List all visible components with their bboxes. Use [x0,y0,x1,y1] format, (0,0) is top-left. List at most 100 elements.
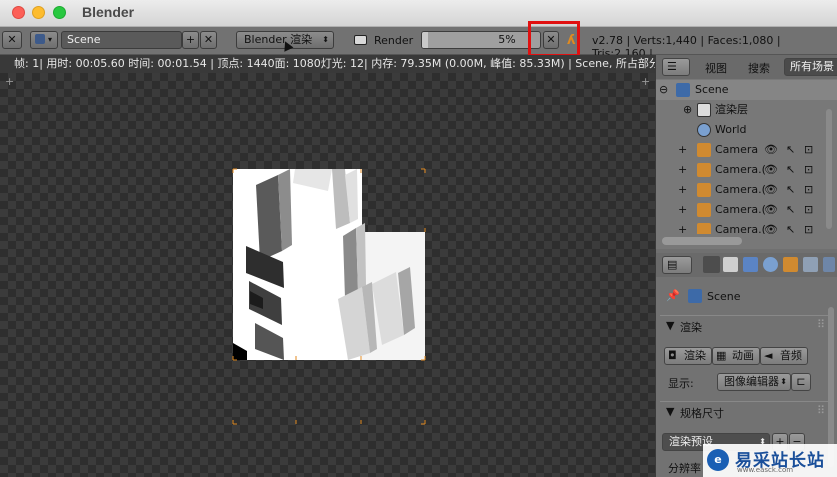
cursor-icon[interactable]: ↖ [786,180,795,200]
object-tab-icon[interactable] [783,257,798,272]
close-icon[interactable]: ✕ [2,31,22,49]
camera-icon: ◘ [668,349,677,362]
running-man-icon: ʎ [567,33,576,48]
properties-header: ▤ [656,253,837,277]
outliner-row-camera[interactable]: + Camera 👁 ↖ ⊡ [656,140,837,160]
outliner-search-menu[interactable]: 搜索 [748,60,770,76]
zoom-window-button[interactable] [53,6,66,19]
render-label: Render [374,34,414,47]
scene-browse-button[interactable]: ▾ [30,31,58,49]
display-mode-select[interactable]: 图像编辑器 ⬍ [717,373,791,391]
cursor-icon[interactable]: ↖ [786,220,795,234]
render-info-bar: 帧: 1| 用时: 00:05.60 时间: 00:01.54 | 顶点: 14… [0,55,655,73]
render-camera-icon[interactable]: ⊡ [804,220,813,234]
render-layers-tab-icon[interactable] [723,257,738,272]
properties-vertical-scrollbar[interactable] [828,307,834,467]
outliner-item-label: Camera.( [715,183,766,196]
outliner-vertical-scrollbar[interactable] [826,109,832,229]
outliner-row-render-layers[interactable]: ⊕ 渲染层 [656,100,837,120]
render-layers-icon [697,103,711,117]
render-camera-icon[interactable]: ⊡ [804,140,813,160]
pin-icon[interactable]: 📌 [666,289,680,302]
display-label: 显示: [668,377,694,390]
remove-scene-icon[interactable]: ✕ [200,31,217,49]
outliner-item-label: Camera.( [715,223,766,234]
expand-icon: + [678,183,688,196]
scene-icon [676,83,690,97]
outliner-row-camera[interactable]: + Camera.( 👁 ↖ ⊡ [656,160,837,180]
up-down-arrow-icon: ⬍ [322,35,329,44]
eye-icon[interactable]: 👁 [764,180,778,200]
info-header: ✕ ▾ Scene + ✕ Blender 渲染 ⬍ Render 5% ✕ ʎ… [0,21,837,60]
camera-object-icon [697,163,711,177]
outliner-editor-type-button[interactable]: ☰ [662,58,690,76]
eye-icon[interactable]: 👁 [764,220,778,234]
render-info-text: 帧: 1| 用时: 00:05.60 时间: 00:01.54 | 顶点: 14… [14,57,655,70]
scene-icon [688,289,702,303]
render-camera-icon[interactable]: ⊡ [804,180,813,200]
window-titlebar: Blender [0,0,837,27]
expand-icon: ⊕ [683,103,693,116]
render-engine-value: Blender 渲染 [244,33,313,46]
properties-context-label: Scene [707,290,741,303]
render-camera-icon[interactable]: ⊡ [804,200,813,220]
render-panel-header[interactable]: ▼ 渲染 ⠿ [660,315,833,336]
outliner-row-scene[interactable]: ⊖ Scene [656,80,837,100]
cursor-icon[interactable]: ↖ [786,160,795,180]
scene-icon [35,34,45,44]
outliner-header: ☰ 视图 搜索 所有场景 [656,55,837,79]
collapse-icon: ⊖ [659,83,669,96]
render-tab-icon[interactable] [703,256,720,273]
outliner-horizontal-scrollbar[interactable] [662,237,742,245]
eye-icon[interactable]: 👁 [764,140,778,160]
resolution-label: 分辨率 [668,462,701,475]
render-image-label: 渲染 [684,349,706,362]
scene-tab-icon[interactable] [743,257,758,272]
right-pane: ☰ 视图 搜索 所有场景 ⊖ Scene ⊕ 渲染层 World + Camer… [656,55,837,477]
constraints-tab-icon[interactable] [803,257,818,272]
watermark-subtext: www.easck.com [737,466,794,474]
lock-icon: ⊏ [796,375,806,388]
close-window-button[interactable] [12,6,25,19]
outliner-item-label: Camera.( [715,203,766,216]
outliner-display-mode-select[interactable]: 所有场景 [784,58,837,76]
dimensions-panel-title: 规格尺寸 [680,407,724,420]
expand-icon: + [678,203,688,216]
render-progress-text: 5% [498,33,516,46]
render-progress-bar: 5% [421,31,541,49]
eye-icon[interactable]: 👁 [764,160,778,180]
modifiers-tab-icon[interactable] [823,257,835,272]
outliner-view-menu[interactable]: 视图 [705,60,727,76]
expand-icon: + [678,163,688,176]
image-editor-viewport[interactable]: + + [0,73,655,477]
render-camera-icon [354,35,367,45]
outliner-item-label: World [715,123,747,136]
outliner-item-label: Camera [715,143,759,156]
collapse-arrow-icon: ▼ [666,405,675,418]
film-icon: ▦ [716,349,727,362]
cursor-icon[interactable]: ↖ [786,140,795,160]
drag-handle-icon[interactable]: ⠿ [817,404,825,417]
minimize-window-button[interactable] [32,6,45,19]
world-tab-icon[interactable] [763,257,778,272]
render-audio-label: 音频 [780,349,802,362]
outliner-row-camera[interactable]: + Camera.( 👁 ↖ ⊡ [656,220,837,234]
outliner-row-camera[interactable]: + Camera.( 👁 ↖ ⊡ [656,180,837,200]
eye-icon[interactable]: 👁 [764,200,778,220]
cursor-icon[interactable]: ↖ [786,200,795,220]
outliner-row-world[interactable]: World [656,120,837,140]
drag-handle-icon[interactable]: ⠿ [817,318,825,331]
render-image-button[interactable]: ◘ 渲染 [664,347,712,365]
display-mode-value: 图像编辑器 [724,375,779,388]
properties-editor-type-button[interactable]: ▤ [662,256,692,274]
watermark: e 易采站长站 www.easck.com [703,444,837,477]
scene-name-field[interactable]: Scene [61,31,182,49]
list-icon: ☰ [667,60,677,73]
dimensions-panel-header[interactable]: ▼ 规格尺寸 ⠿ [660,401,833,422]
outliner-row-camera[interactable]: + Camera.( 👁 ↖ ⊡ [656,200,837,220]
lock-interface-button[interactable]: ⊏ [791,373,811,391]
add-scene-icon[interactable]: + [182,31,199,49]
render-camera-icon[interactable]: ⊡ [804,160,813,180]
render-audio-button[interactable]: ◄ 音频 [760,347,808,365]
render-animation-button[interactable]: ▦ 动画 [712,347,760,365]
